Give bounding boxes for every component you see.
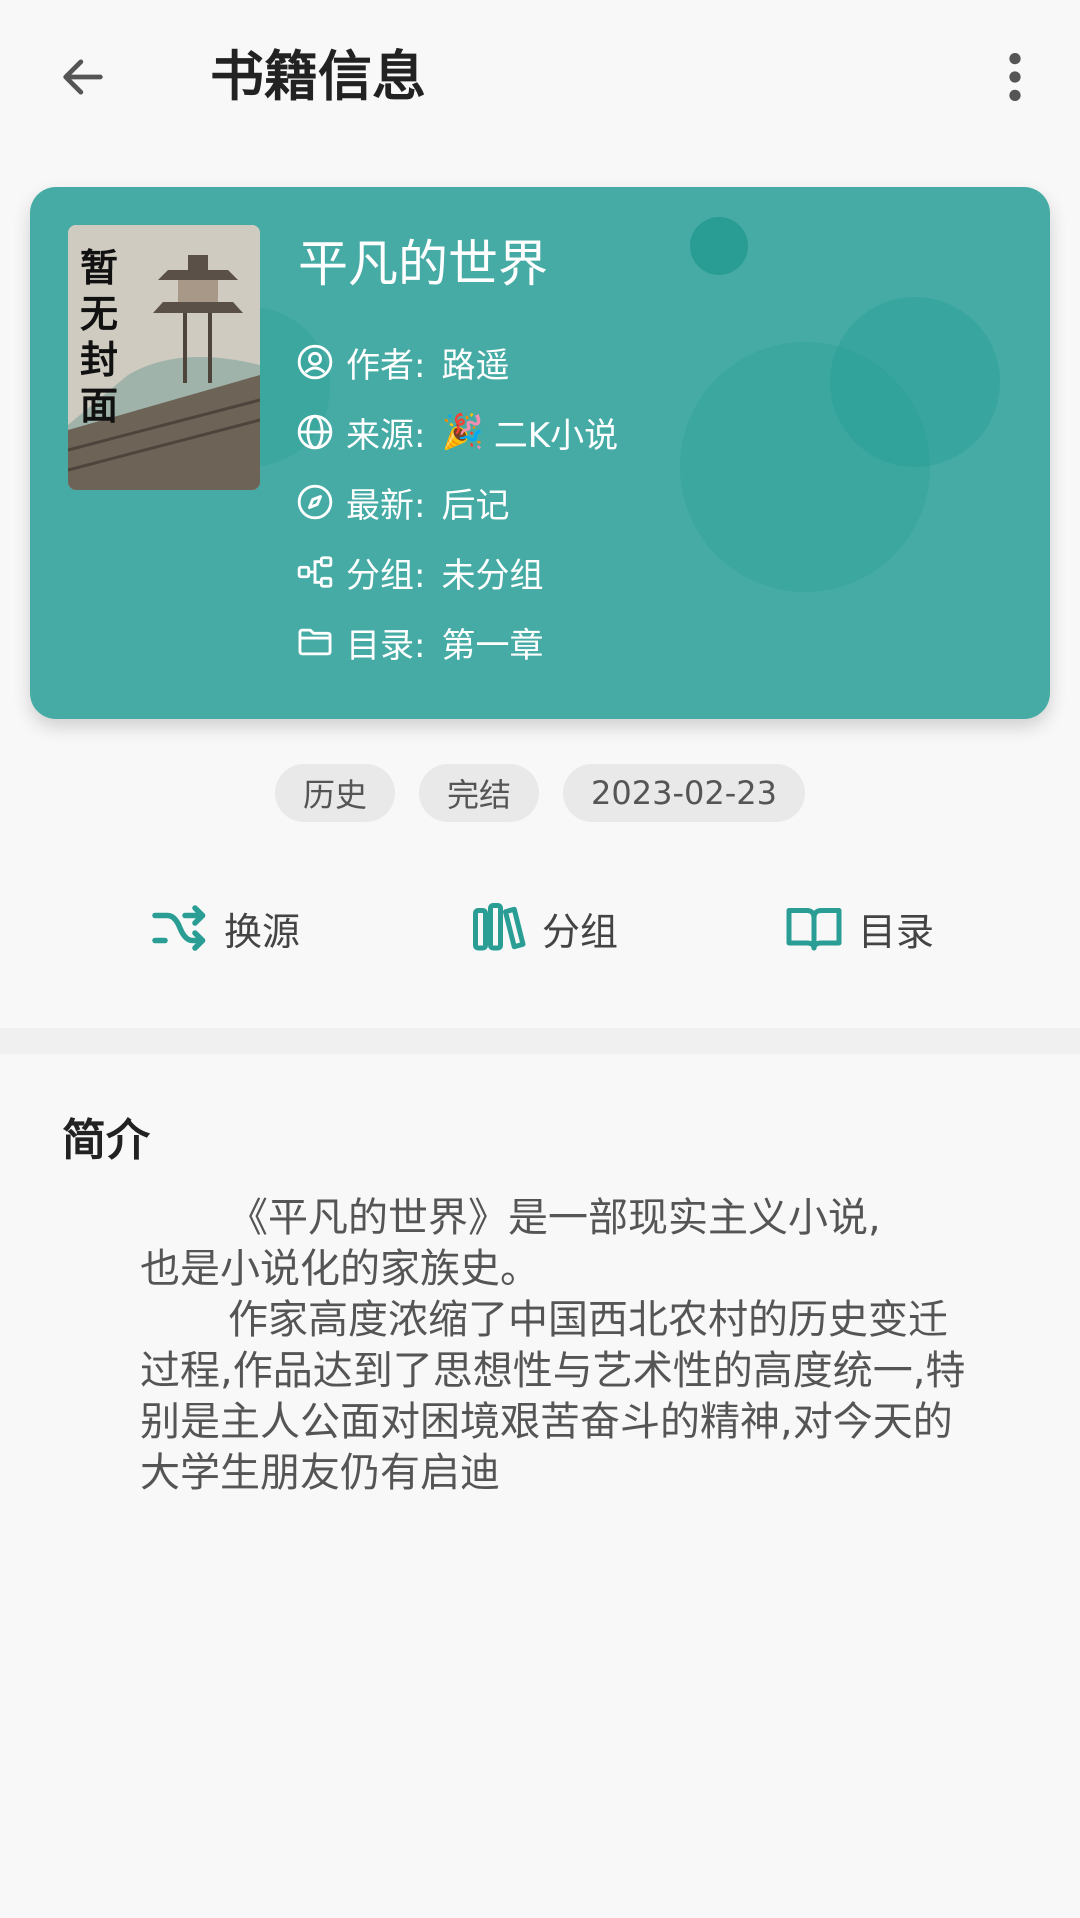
user-circle-icon: [297, 344, 333, 380]
tag-chip: 历史: [275, 764, 396, 822]
author-value: 路遥: [441, 345, 510, 386]
book-cover[interactable]: 暂无封面: [68, 225, 260, 490]
change-source-label: 换源: [224, 909, 301, 954]
tag-chip: 2023-02-23: [563, 764, 805, 822]
intro-paragraph-1-cont: 也是小说化的家族史。: [140, 1246, 540, 1292]
group-value: 未分组: [441, 555, 544, 596]
action-bar: 换源 分组 目录: [0, 890, 1080, 966]
source-label: 来源:: [346, 415, 426, 456]
latest-value: 后记: [441, 485, 510, 526]
more-vertical-icon: [1009, 52, 1021, 102]
group-label: 分组:: [346, 555, 426, 596]
arrow-left-icon: [63, 59, 103, 95]
tag-chip: 完结: [419, 764, 540, 822]
latest-chapter-row[interactable]: 最新: 后记: [296, 476, 509, 528]
intro-line: 《平凡的世界》是一部现实主义小说,: [228, 1195, 881, 1241]
author-row[interactable]: 作者: 路遥: [296, 336, 509, 388]
group-action-label: 分组: [542, 909, 619, 954]
folder-icon: [298, 628, 332, 656]
change-source-button[interactable]: 换源: [150, 890, 300, 966]
globe-icon: [297, 414, 333, 450]
decor-bubble: [690, 217, 748, 275]
hierarchy-icon: [297, 556, 333, 588]
group-row[interactable]: 分组: 未分组: [296, 546, 543, 598]
toc-action-label: 目录: [858, 909, 935, 954]
section-divider: [0, 1028, 1080, 1054]
intro-paragraph-1: 《平凡的世界》是一部现实主义小说,: [140, 1193, 970, 1244]
app-bar: 书籍信息: [0, 0, 1080, 150]
source-value: 二K小说: [493, 415, 619, 456]
toc-label: 目录:: [346, 625, 426, 666]
back-button[interactable]: [48, 45, 118, 109]
author-label: 作者:: [346, 345, 426, 386]
page-title: 书籍信息: [210, 45, 426, 108]
source-row[interactable]: 来源: 🎉 二K小说: [296, 406, 618, 458]
toc-button[interactable]: 目录: [784, 890, 934, 966]
party-popper-icon: 🎉: [441, 412, 484, 452]
books-icon: [473, 903, 526, 951]
tag-list: 历史 完结 2023-02-23: [0, 764, 1080, 822]
intro-text: 《平凡的世界》是一部现实主义小说, 也是小说化的家族史。 作家高度浓缩了中国西北…: [140, 1193, 970, 1499]
group-button[interactable]: 分组: [468, 890, 618, 966]
book-title: 平凡的世界: [298, 235, 548, 293]
shuffle-icon: [152, 905, 206, 951]
decor-bubble: [830, 297, 1000, 467]
intro-heading: 简介: [62, 1115, 150, 1166]
cover-placeholder-text: 暂无封面: [79, 245, 118, 428]
intro-paragraph-2: 作家高度浓缩了中国西北农村的历史变迁过程,作品达到了思想性与艺术性的高度统一,特…: [140, 1297, 966, 1496]
book-info-card: 暂无封面 平凡的世界 作者: 路遥 来源: 🎉 二K小说 最新: 后记 分组: …: [30, 187, 1050, 719]
open-book-icon: [786, 908, 842, 951]
latest-label: 最新:: [346, 485, 426, 526]
toc-row[interactable]: 目录: 第一章: [296, 616, 543, 668]
toc-value: 第一章: [441, 625, 544, 666]
compass-icon: [297, 484, 333, 520]
more-options-button[interactable]: [990, 45, 1040, 109]
